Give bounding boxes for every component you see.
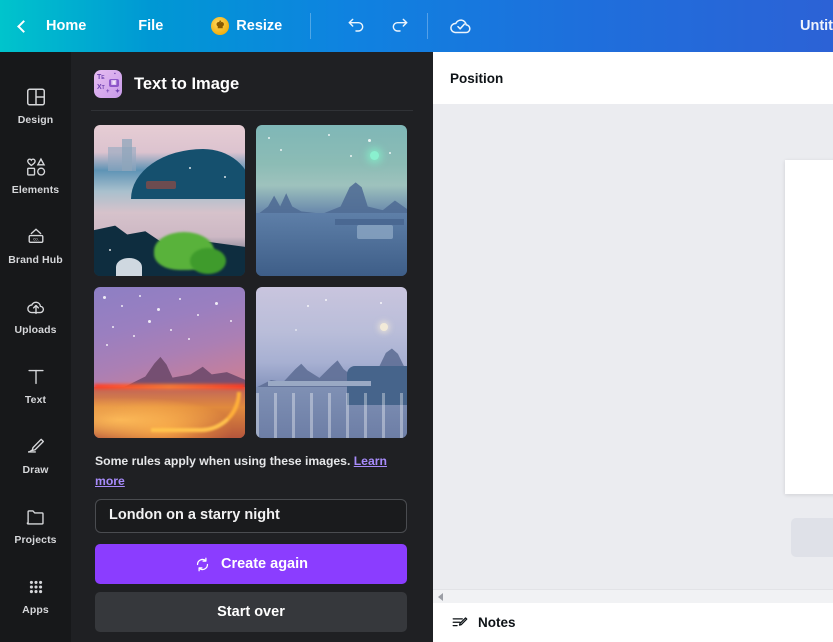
image-bridge	[335, 219, 404, 225]
image-big-ben-clock	[380, 323, 388, 331]
chevron-left-icon	[17, 20, 30, 33]
notes-bar: Notes	[433, 603, 833, 642]
svg-text:co.: co.	[33, 236, 39, 241]
file-label: File	[138, 18, 163, 34]
uploads-icon	[24, 295, 48, 319]
start-over-button[interactable]: Start over	[95, 592, 407, 632]
design-page[interactable]	[785, 160, 833, 494]
image-boat	[357, 225, 393, 239]
sidebar-label-design: Design	[18, 114, 54, 126]
sidebar-label-elements: Elements	[12, 184, 60, 196]
sidebar-item-apps[interactable]: Apps	[0, 560, 71, 630]
generated-image-4[interactable]	[256, 287, 407, 438]
triangle-left-icon[interactable]	[438, 593, 443, 601]
horizontal-scrollbar[interactable]	[433, 589, 833, 603]
sidebar-label-projects: Projects	[14, 534, 56, 546]
sidebar-item-projects[interactable]: Projects	[0, 490, 71, 560]
rules-label: Some rules apply when using these images…	[95, 454, 350, 468]
brand-hub-icon: co.	[24, 225, 48, 249]
image-light-beam	[94, 384, 245, 389]
design-icon	[24, 85, 48, 109]
notes-edit-icon	[451, 614, 469, 632]
file-menu-button[interactable]: File	[128, 10, 173, 42]
crown-icon: ♚	[211, 17, 229, 35]
home-button[interactable]: Home	[36, 10, 96, 42]
position-button[interactable]: Position	[450, 71, 503, 86]
top-bar: Home File ♚ Resize Untit	[0, 0, 833, 52]
add-page-button[interactable]	[791, 518, 833, 557]
panel-title: Text to Image	[134, 75, 239, 94]
cloud-check-icon	[448, 13, 474, 39]
sidebar-label-apps: Apps	[22, 604, 49, 616]
image-reflections	[256, 393, 407, 438]
canvas-scroll-area[interactable]	[433, 104, 833, 589]
redo-button[interactable]	[383, 10, 417, 42]
redo-icon	[390, 16, 410, 36]
editor-area: Position Notes	[433, 52, 833, 642]
projects-icon	[24, 505, 48, 529]
text-to-image-panel: TE XT ▣ ▪ + ✦ Text to Image	[71, 52, 433, 642]
back-button[interactable]	[12, 10, 34, 42]
draw-icon	[24, 435, 48, 459]
toolbar-divider-1	[310, 13, 311, 39]
notes-button[interactable]: Notes	[451, 614, 516, 632]
generated-image-2[interactable]	[256, 125, 407, 276]
create-again-label: Create again	[221, 556, 308, 572]
undo-icon	[346, 16, 366, 36]
position-toolbar: Position	[433, 52, 833, 104]
create-again-button[interactable]: Create again	[95, 544, 407, 584]
document-title-text: Untit	[800, 18, 833, 34]
prompt-input[interactable]: London on a starry night	[95, 499, 407, 533]
sidebar-label-uploads: Uploads	[14, 324, 56, 336]
notes-label: Notes	[478, 615, 516, 630]
apps-icon	[24, 575, 48, 599]
panel-header: TE XT ▣ ▪ + ✦ Text to Image	[71, 52, 433, 102]
generated-image-3[interactable]	[94, 287, 245, 438]
left-rail: Design Elements co. Brand Hub	[0, 52, 71, 642]
generated-images-grid	[71, 111, 433, 438]
sidebar-label-draw: Draw	[22, 464, 48, 476]
elements-icon	[24, 155, 48, 179]
generated-image-1[interactable]	[94, 125, 245, 276]
usage-rules-text: Some rules apply when using these images…	[71, 438, 433, 492]
resize-button[interactable]: ♚ Resize	[201, 10, 292, 42]
refresh-icon	[194, 556, 211, 573]
toolbar-divider-2	[427, 13, 428, 39]
image-stars	[94, 125, 245, 276]
resize-label: Resize	[236, 18, 282, 34]
prompt-input-value: London on a starry night	[109, 507, 280, 523]
start-over-label: Start over	[217, 604, 285, 620]
document-title[interactable]: Untit	[800, 0, 833, 52]
text-to-image-app-icon: TE XT ▣ ▪ + ✦	[94, 70, 122, 98]
sidebar-item-brand-hub[interactable]: co. Brand Hub	[0, 210, 71, 280]
text-icon	[24, 365, 48, 389]
undo-button[interactable]	[339, 10, 373, 42]
image-clock-tower-glow	[370, 151, 379, 160]
home-label: Home	[46, 18, 86, 34]
sidebar-item-elements[interactable]: Elements	[0, 140, 71, 210]
sidebar-label-text: Text	[25, 394, 46, 406]
saved-to-cloud-button[interactable]	[444, 10, 478, 42]
image-bridge	[268, 381, 371, 386]
sidebar-item-uploads[interactable]: Uploads	[0, 280, 71, 350]
sidebar-item-draw[interactable]: Draw	[0, 420, 71, 490]
sidebar-label-brand-hub: Brand Hub	[8, 254, 63, 266]
sidebar-item-text[interactable]: Text	[0, 350, 71, 420]
sidebar-item-design[interactable]: Design	[0, 70, 71, 140]
